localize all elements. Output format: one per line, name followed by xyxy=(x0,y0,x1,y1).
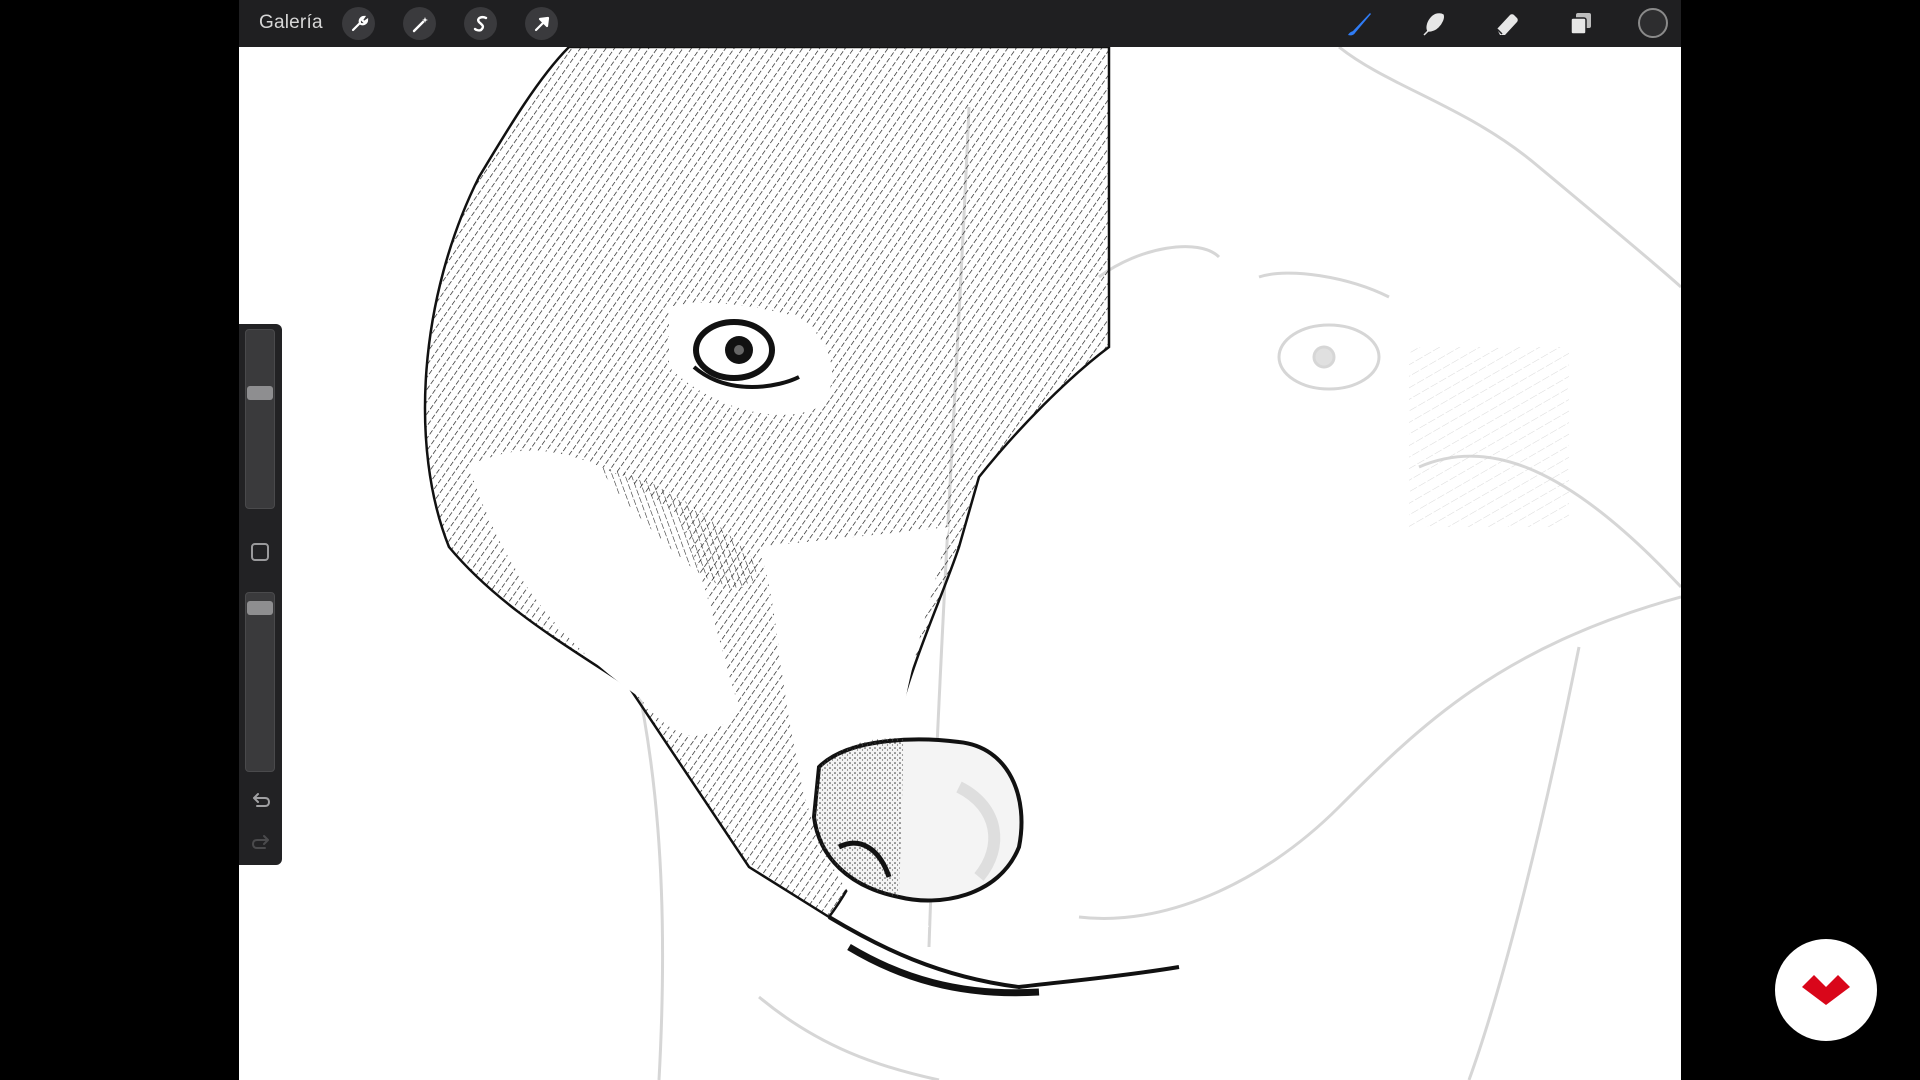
wolf-drawing xyxy=(423,45,1681,1080)
undo-icon[interactable] xyxy=(249,788,273,812)
opacity-thumb[interactable] xyxy=(247,601,273,616)
brush-size-slider[interactable] xyxy=(245,329,275,509)
drawing-canvas[interactable] xyxy=(239,45,1681,1080)
redo-icon[interactable] xyxy=(249,830,273,854)
brush-size-thumb[interactable] xyxy=(247,385,273,400)
modify-button[interactable] xyxy=(251,543,269,561)
color-picker-button[interactable] xyxy=(1638,8,1668,38)
procreate-app: Galería xyxy=(239,0,1681,1080)
transform-button[interactable] xyxy=(525,7,558,40)
wrench-icon xyxy=(351,15,368,31)
gallery-button[interactable]: Galería xyxy=(259,12,323,34)
arrow-cursor-icon xyxy=(534,16,549,31)
smudge-finger-icon xyxy=(1423,13,1444,36)
selection-s-icon xyxy=(473,15,487,32)
smudge-tool-button[interactable] xyxy=(1415,6,1451,42)
side-toolbar xyxy=(239,324,282,865)
top-toolbar: Galería xyxy=(239,0,1681,47)
opacity-slider[interactable] xyxy=(245,592,275,772)
channel-logo-badge xyxy=(1775,939,1877,1041)
layers-button[interactable] xyxy=(1563,6,1599,42)
selection-button[interactable] xyxy=(464,7,497,40)
brush-tool-button[interactable] xyxy=(1341,6,1377,42)
layers-icon xyxy=(1570,13,1591,35)
eraser-icon xyxy=(1496,14,1518,35)
sketch-shading xyxy=(1409,347,1569,527)
ink-layer xyxy=(423,45,1180,997)
screen: Galería xyxy=(0,0,1920,1080)
magic-wand-icon xyxy=(412,16,428,32)
actions-button[interactable] xyxy=(342,7,375,40)
adjustments-button[interactable] xyxy=(403,7,436,40)
logo-icon xyxy=(1802,975,1850,1005)
brush-icon xyxy=(1348,13,1371,36)
eraser-tool-button[interactable] xyxy=(1489,6,1525,42)
